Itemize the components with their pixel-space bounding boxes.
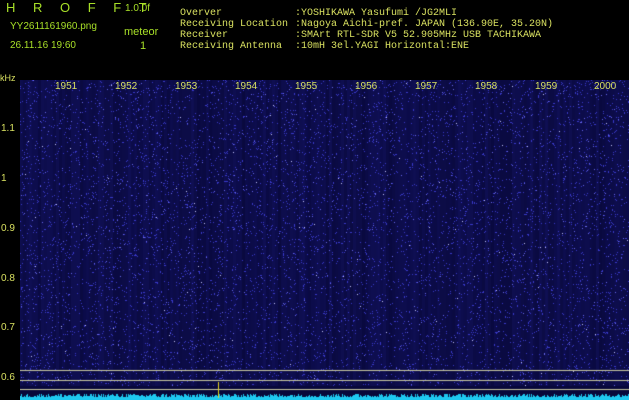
info-value: :SMArt RTL-SDR V5 52.905MHz USB TACHIKAW…: [295, 30, 542, 41]
app-version: 1.0.0f: [125, 3, 151, 14]
y-tick-label: 1.1: [1, 123, 15, 134]
timestamp: 26.11.16 19:60: [10, 40, 76, 51]
meteor-count: 1: [140, 40, 147, 52]
y-axis-unit: kHz: [0, 73, 16, 83]
x-tick-label: 1959: [535, 81, 558, 92]
y-tick-label: 0.9: [1, 223, 15, 234]
y-tick-label: 0.6: [1, 372, 15, 383]
info-label: Receiving Location: [180, 19, 289, 30]
x-tick-label: 1958: [475, 81, 498, 92]
x-tick-label: 1956: [355, 81, 378, 92]
y-tick-label: 0.7: [1, 322, 15, 333]
info-value: :10mH 3el.YAGI Horizontal:ENE: [295, 41, 470, 52]
x-tick-label: 1955: [295, 81, 318, 92]
file-name: YY2611161960.png: [10, 21, 97, 32]
y-tick-label: 1: [1, 173, 7, 184]
x-tick-label: 2000: [594, 81, 617, 92]
x-tick-label: 1954: [235, 81, 258, 92]
spectrogram-canvas: [20, 80, 629, 400]
meteor-label: meteor: [124, 26, 159, 38]
x-tick-label: 1953: [175, 81, 198, 92]
x-tick-label: 1952: [115, 81, 138, 92]
info-label: Receiving Antenna: [180, 41, 283, 52]
y-tick-label: 0.8: [1, 273, 15, 284]
x-tick-label: 1951: [55, 81, 78, 92]
info-value: :YOSHIKAWA Yasufumi /JG2MLI: [295, 8, 458, 19]
info-label: Overver: [180, 8, 223, 19]
hrofft-screen: H R O F F T 1.0.0f YY2611161960.png mete…: [0, 0, 629, 400]
info-value: :Nagoya Aichi-pref. JAPAN (136.90E, 35.2…: [295, 19, 554, 30]
info-label: Receiver: [180, 30, 229, 41]
x-tick-label: 1957: [415, 81, 438, 92]
